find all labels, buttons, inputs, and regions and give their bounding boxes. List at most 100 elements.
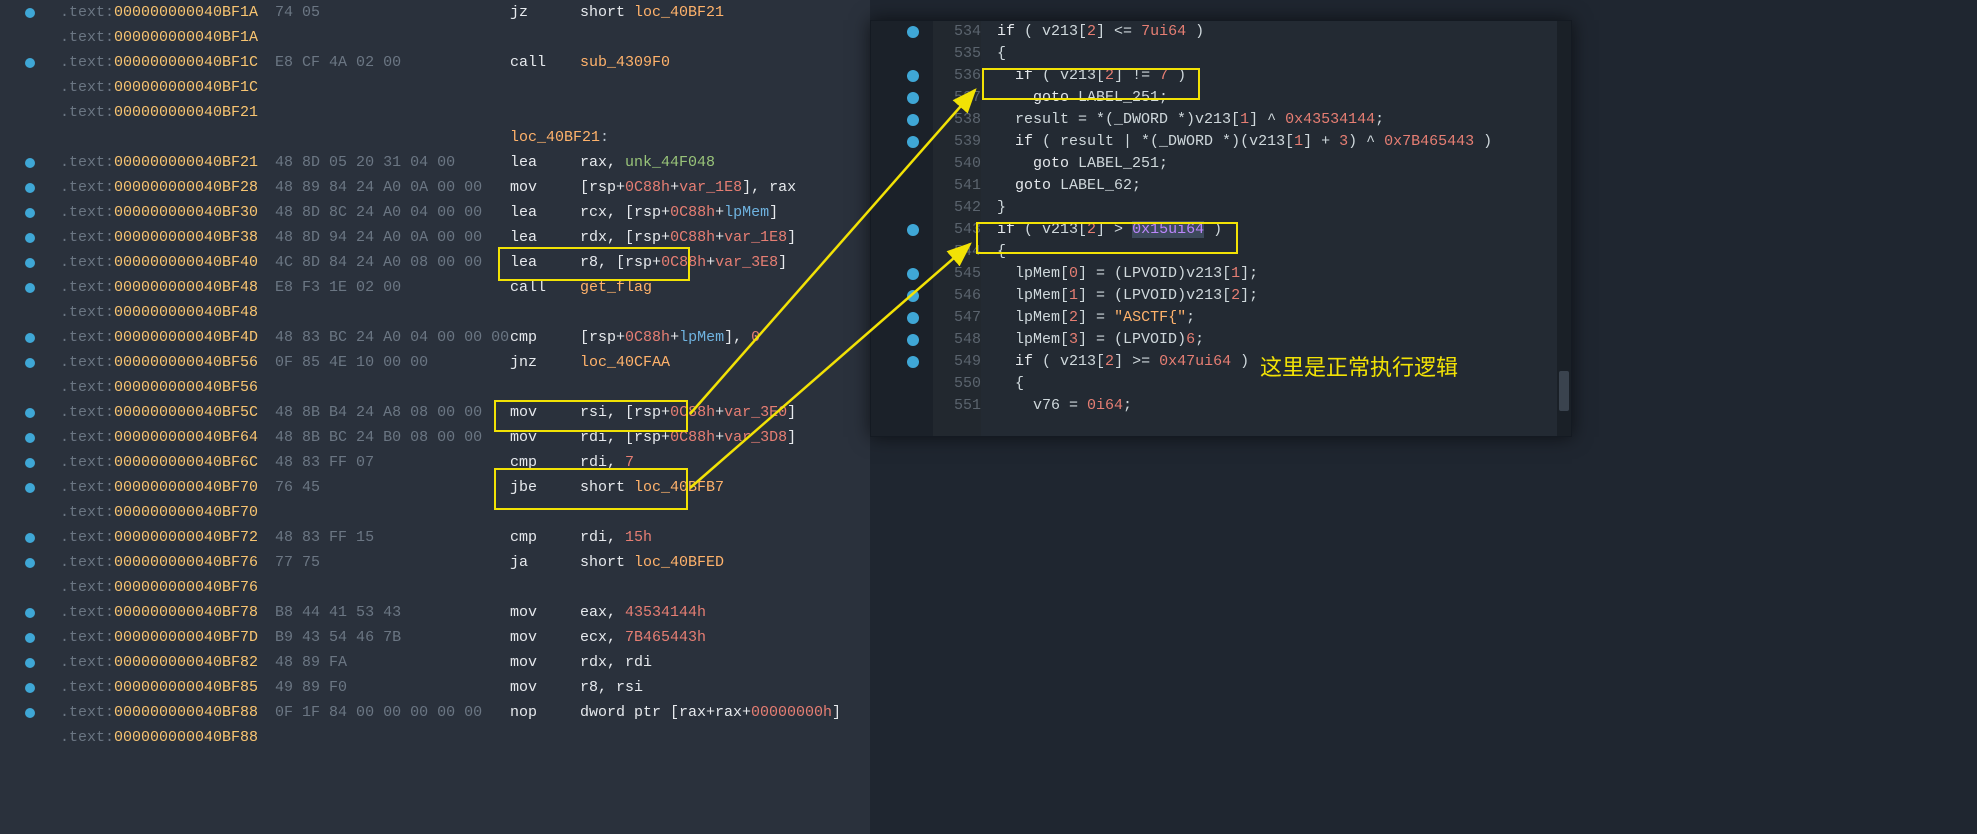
- asm-line[interactable]: .text:000000000040BF70: [0, 500, 870, 525]
- asm-line[interactable]: .text:000000000040BF4D 48 83 BC 24 A0 04…: [0, 325, 870, 350]
- asm-line[interactable]: .text:000000000040BF21: [0, 100, 870, 125]
- asm-line[interactable]: .text:000000000040BF21 48 8D 05 20 31 04…: [0, 150, 870, 175]
- breakpoint-slot[interactable]: [0, 225, 60, 250]
- breakpoint-slot2[interactable]: [893, 285, 933, 307]
- breakpoint-slot[interactable]: [0, 375, 60, 400]
- asm-line[interactable]: .text:000000000040BF76: [0, 575, 870, 600]
- asm-line[interactable]: .text:000000000040BF85 49 89 F0movr8, rs…: [0, 675, 870, 700]
- breakpoint-slot[interactable]: [871, 395, 893, 417]
- pseudo-line[interactable]: 535{: [871, 43, 1571, 65]
- asm-line[interactable]: .text:000000000040BF70 76 45jbeshort loc…: [0, 475, 870, 500]
- breakpoint-slot2[interactable]: [893, 175, 933, 197]
- breakpoint-slot[interactable]: [0, 400, 60, 425]
- breakpoint-slot[interactable]: [0, 150, 60, 175]
- pseudo-line[interactable]: 540 goto LABEL_251;: [871, 153, 1571, 175]
- disassembly-pane[interactable]: .text:000000000040BF1A 74 05jzshort loc_…: [0, 0, 870, 834]
- breakpoint-slot2[interactable]: [893, 109, 933, 131]
- pseudo-line[interactable]: 534if ( v213[2] <= 7ui64 ): [871, 21, 1571, 43]
- breakpoint-slot[interactable]: [871, 307, 893, 329]
- breakpoint-slot[interactable]: [0, 700, 60, 725]
- breakpoint-slot2[interactable]: [893, 65, 933, 87]
- pseudo-line[interactable]: 549 if ( v213[2] >= 0x47ui64 ): [871, 351, 1571, 373]
- breakpoint-slot[interactable]: [0, 550, 60, 575]
- breakpoint-slot[interactable]: [871, 285, 893, 307]
- breakpoint-slot[interactable]: [871, 197, 893, 219]
- breakpoint-slot2[interactable]: [893, 241, 933, 263]
- asm-line[interactable]: .text:000000000040BF1A: [0, 25, 870, 50]
- breakpoint-slot[interactable]: [871, 21, 893, 43]
- asm-line[interactable]: .text:000000000040BF30 48 8D 8C 24 A0 04…: [0, 200, 870, 225]
- asm-line[interactable]: .text:000000000040BF76 77 75jashort loc_…: [0, 550, 870, 575]
- breakpoint-slot2[interactable]: [893, 153, 933, 175]
- breakpoint-slot[interactable]: [0, 175, 60, 200]
- breakpoint-slot2[interactable]: [893, 395, 933, 417]
- pseudo-line[interactable]: 548 lpMem[3] = (LPVOID)6;: [871, 329, 1571, 351]
- breakpoint-slot[interactable]: [871, 131, 893, 153]
- asm-line[interactable]: .text:000000000040BF1A 74 05jzshort loc_…: [0, 0, 870, 25]
- breakpoint-slot[interactable]: [0, 575, 60, 600]
- breakpoint-slot[interactable]: [0, 25, 60, 50]
- breakpoint-slot[interactable]: [871, 87, 893, 109]
- asm-line[interactable]: .text:000000000040BF88: [0, 725, 870, 750]
- breakpoint-slot2[interactable]: [893, 21, 933, 43]
- breakpoint-slot[interactable]: [871, 373, 893, 395]
- breakpoint-slot[interactable]: [0, 675, 60, 700]
- asm-line[interactable]: .text:000000000040BF64 48 8B BC 24 B0 08…: [0, 425, 870, 450]
- breakpoint-slot[interactable]: [0, 0, 60, 25]
- breakpoint-slot[interactable]: [0, 300, 60, 325]
- breakpoint-slot2[interactable]: [893, 329, 933, 351]
- pseudo-line[interactable]: 542}: [871, 197, 1571, 219]
- pseudo-line[interactable]: 538 result = *(_DWORD *)v213[1] ^ 0x4353…: [871, 109, 1571, 131]
- pseudo-line[interactable]: 536 if ( v213[2] != 7 ): [871, 65, 1571, 87]
- breakpoint-slot[interactable]: [0, 525, 60, 550]
- breakpoint-slot[interactable]: [871, 263, 893, 285]
- breakpoint-slot2[interactable]: [893, 87, 933, 109]
- breakpoint-slot[interactable]: [0, 425, 60, 450]
- asm-line[interactable]: .text:000000000040BF1C E8 CF 4A 02 00cal…: [0, 50, 870, 75]
- breakpoint-slot[interactable]: [871, 43, 893, 65]
- breakpoint-slot[interactable]: [871, 329, 893, 351]
- breakpoint-slot2[interactable]: [893, 373, 933, 395]
- asm-line[interactable]: .text:000000000040BF1C: [0, 75, 870, 100]
- asm-line[interactable]: .text:000000000040BF56: [0, 375, 870, 400]
- breakpoint-slot[interactable]: [871, 109, 893, 131]
- pseudo-line[interactable]: 546 lpMem[1] = (LPVOID)v213[2];: [871, 285, 1571, 307]
- asm-line[interactable]: .text:000000000040BF48 E8 F3 1E 02 00cal…: [0, 275, 870, 300]
- asm-line[interactable]: .text:000000000040BF78 B8 44 41 53 43mov…: [0, 600, 870, 625]
- breakpoint-slot2[interactable]: [893, 131, 933, 153]
- asm-line[interactable]: .text:000000000040BF6C 48 83 FF 07cmprdi…: [0, 450, 870, 475]
- asm-line[interactable]: .text:000000000040BF28 48 89 84 24 A0 0A…: [0, 175, 870, 200]
- breakpoint-slot[interactable]: [0, 600, 60, 625]
- breakpoint-slot2[interactable]: [893, 43, 933, 65]
- breakpoint-slot[interactable]: [0, 275, 60, 300]
- asm-line[interactable]: .text:000000000040BF88 0F 1F 84 00 00 00…: [0, 700, 870, 725]
- asm-line[interactable]: .text:000000000040BF7D B9 43 54 46 7Bmov…: [0, 625, 870, 650]
- pseudo-line[interactable]: 551 v76 = 0i64;: [871, 395, 1571, 417]
- asm-line[interactable]: .text:000000000040BF82 48 89 FAmovrdx, r…: [0, 650, 870, 675]
- breakpoint-slot[interactable]: [0, 75, 60, 100]
- asm-line[interactable]: loc_40BF21:: [0, 125, 870, 150]
- breakpoint-slot[interactable]: [871, 175, 893, 197]
- pseudo-line[interactable]: 537 goto LABEL_251;: [871, 87, 1571, 109]
- breakpoint-slot2[interactable]: [893, 263, 933, 285]
- scrollbar-thumb[interactable]: [1559, 371, 1569, 411]
- breakpoint-slot[interactable]: [871, 153, 893, 175]
- pseudo-line[interactable]: 543if ( v213[2] > 0x15ui64 ): [871, 219, 1571, 241]
- asm-line[interactable]: .text:000000000040BF40 4C 8D 84 24 A0 08…: [0, 250, 870, 275]
- pseudo-line[interactable]: 545 lpMem[0] = (LPVOID)v213[1];: [871, 263, 1571, 285]
- breakpoint-slot[interactable]: [0, 200, 60, 225]
- breakpoint-slot[interactable]: [0, 625, 60, 650]
- breakpoint-slot[interactable]: [0, 50, 60, 75]
- breakpoint-slot[interactable]: [0, 450, 60, 475]
- asm-line[interactable]: .text:000000000040BF5C 48 8B B4 24 A8 08…: [0, 400, 870, 425]
- pseudo-line[interactable]: 547 lpMem[2] = "ASCTF{";: [871, 307, 1571, 329]
- pseudo-line[interactable]: 539 if ( result | *(_DWORD *)(v213[1] + …: [871, 131, 1571, 153]
- breakpoint-slot[interactable]: [0, 250, 60, 275]
- asm-line[interactable]: .text:000000000040BF48: [0, 300, 870, 325]
- breakpoint-slot[interactable]: [0, 125, 60, 150]
- pseudocode-pane[interactable]: 534if ( v213[2] <= 7ui64 )535{536 if ( v…: [870, 20, 1572, 437]
- scrollbar[interactable]: [1557, 21, 1571, 436]
- pseudo-line[interactable]: 550 {: [871, 373, 1571, 395]
- asm-line[interactable]: .text:000000000040BF72 48 83 FF 15cmprdi…: [0, 525, 870, 550]
- breakpoint-slot[interactable]: [871, 65, 893, 87]
